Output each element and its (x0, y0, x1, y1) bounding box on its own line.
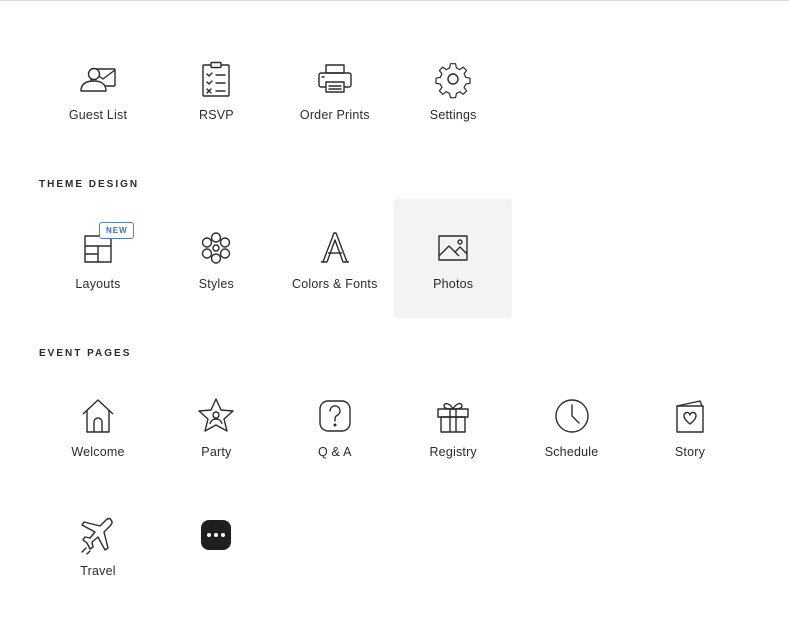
tile-label: Guest List (68, 108, 128, 122)
tile-label: Layouts (75, 277, 121, 291)
layouts-icon: NEW (78, 222, 134, 268)
question-icon (315, 396, 355, 436)
tile-label: Colors & Fonts (292, 277, 378, 291)
new-badge: NEW (99, 222, 134, 239)
tile-label: Styles (198, 277, 235, 291)
tile-styles[interactable]: Styles (157, 199, 275, 318)
top-divider (0, 0, 789, 1)
star-person-icon (196, 396, 236, 436)
tile-colors-fonts[interactable]: Colors & Fonts (276, 199, 394, 318)
heart-card-icon (670, 396, 710, 436)
tile-story[interactable]: Story (631, 367, 749, 486)
letter-a-icon (315, 228, 355, 268)
more-dots-icon (196, 515, 236, 555)
tile-label: RSVP (198, 108, 234, 122)
clock-icon (552, 396, 592, 436)
tile-order-prints[interactable]: Order Prints (276, 30, 394, 149)
image-icon (433, 228, 473, 268)
tile-photos[interactable]: Photos (394, 199, 513, 318)
theme-design-grid: NEW Layouts Styles Colors & Fonts Photos (39, 199, 749, 318)
tile-label: Q & A (317, 445, 352, 459)
tile-label: Travel (80, 564, 116, 578)
general-tools-grid: Guest List RSVP Order Prints Settings (39, 30, 749, 149)
guest-list-icon (78, 59, 118, 99)
printer-icon (315, 59, 355, 99)
tile-party[interactable]: Party (157, 367, 275, 486)
tile-label: Settings (429, 108, 477, 122)
tile-label: Photos (433, 277, 474, 291)
styles-flower-icon (196, 228, 236, 268)
tile-settings[interactable]: Settings (394, 30, 512, 149)
section-title-event-pages: EVENT PAGES (39, 348, 132, 359)
tile-travel[interactable]: Travel (39, 486, 157, 605)
tile-label: Welcome (71, 445, 125, 459)
tile-label: Party (201, 445, 232, 459)
tile-rsvp[interactable]: RSVP (157, 30, 275, 149)
tile-label: Schedule (544, 445, 599, 459)
tile-more[interactable] (157, 486, 275, 605)
airplane-icon (78, 515, 118, 555)
house-icon (78, 396, 118, 436)
tile-registry[interactable]: Registry (394, 367, 512, 486)
tile-qa[interactable]: Q & A (276, 367, 394, 486)
clipboard-checklist-icon (196, 59, 236, 99)
gift-icon (433, 396, 473, 436)
section-title-theme-design: THEME DESIGN (39, 179, 140, 190)
tile-guest-list[interactable]: Guest List (39, 30, 157, 149)
gear-icon (433, 59, 473, 99)
tile-welcome[interactable]: Welcome (39, 367, 157, 486)
tile-label: Registry (429, 445, 477, 459)
tile-label: Order Prints (299, 108, 370, 122)
tile-schedule[interactable]: Schedule (513, 367, 631, 486)
event-pages-grid: Welcome Party Q & A Registry Schedule St… (39, 367, 749, 605)
tile-label: Story (674, 445, 706, 459)
tile-layouts[interactable]: NEW Layouts (39, 199, 157, 318)
